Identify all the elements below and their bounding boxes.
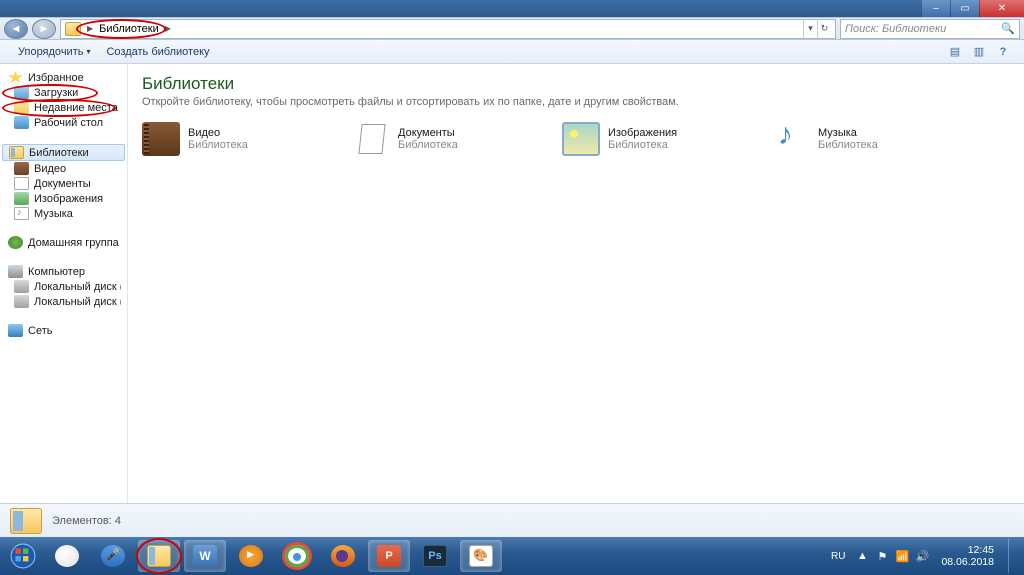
taskbar-chrome[interactable] [276,540,318,572]
taskbar-word[interactable]: W [184,540,226,572]
tray-expand[interactable]: ▲ [855,549,869,563]
library-item-music[interactable]: Музыка Библиотека [772,122,942,156]
taskbar-powerpoint[interactable]: P [368,540,410,572]
documents-library-icon [352,122,390,156]
taskbar-paint[interactable] [460,540,502,572]
libraries-icon [10,508,42,534]
address-dropdown[interactable]: ▾ [803,19,817,39]
search-input[interactable]: Поиск: Библиотеки 🔍 [840,19,1020,39]
taskbar-voice[interactable] [92,540,134,572]
sidebar-item-desktop[interactable]: Рабочий стол [0,115,127,130]
address-path-text: Библиотеки [99,23,159,35]
action-center-icon[interactable]: ⚑ [875,549,889,563]
language-indicator[interactable]: RU [827,549,849,564]
page-subtitle: Откройте библиотеку, чтобы просмотреть ф… [142,96,1010,108]
recent-icon [14,101,29,114]
computer-icon [8,265,23,278]
network-icon [8,324,23,337]
taskbar-explorer[interactable] [138,540,180,572]
sidebar-computer-head[interactable]: Компьютер [0,264,127,279]
sidebar-item-images[interactable]: Изображения [0,191,127,206]
title-bar: – ▭ ✕ [0,0,1024,17]
organize-button[interactable]: Упорядочить▾ [10,43,98,61]
chevron-right-icon: ▶ [87,24,93,33]
sidebar-item-music[interactable]: Музыка [0,206,127,221]
taskbar-photoshop[interactable]: Ps [414,540,456,572]
navigation-sidebar: Избранное Загрузки Недавние места Рабочи… [0,64,128,503]
drive-icon [14,280,29,293]
taskbar-wmp[interactable] [230,540,272,572]
system-tray: RU ▲ ⚑ 📶 🔊 12:45 08.06.2018 [827,539,1020,573]
chrome-icon [285,545,309,567]
star-icon [8,71,23,84]
word-icon: W [193,545,217,567]
taskbar: W P Ps RU ▲ ⚑ 📶 🔊 12:45 08.06.2018 [0,537,1024,575]
sidebar-favorites-head[interactable]: Избранное [0,70,127,85]
library-item-documents[interactable]: Документы Библиотека [352,122,522,156]
clock[interactable]: 12:45 08.06.2018 [935,544,1000,568]
music-library-icon [772,122,810,156]
sidebar-item-video[interactable]: Видео [0,161,127,176]
sidebar-item-documents[interactable]: Документы [0,176,127,191]
sidebar-item-downloads[interactable]: Загрузки [0,85,127,100]
taskbar-firefox[interactable] [322,540,364,572]
forward-button[interactable]: ► [32,19,56,39]
images-icon [14,192,29,205]
explorer-icon [147,545,171,567]
minimize-button[interactable]: – [921,0,950,17]
documents-icon [14,177,29,190]
address-path[interactable]: ▶ Библиотеки ▶ ▾ ↻ [60,19,836,39]
sidebar-item-recent[interactable]: Недавние места [0,100,127,115]
search-placeholder: Поиск: Библиотеки [845,23,946,35]
volume-icon[interactable]: 🔊 [915,549,929,563]
page-title: Библиотеки [142,74,1010,94]
video-icon [14,162,29,175]
photoshop-icon: Ps [423,545,447,567]
taskbar-yandex-browser[interactable] [46,540,88,572]
paint-icon [469,545,493,567]
library-item-video[interactable]: Видео Библиотека [142,122,312,156]
status-bar: Элементов: 4 [0,503,1024,537]
maximize-button[interactable]: ▭ [950,0,979,17]
chevron-right-icon: ▶ [165,24,171,33]
close-button[interactable]: ✕ [979,0,1024,17]
images-library-icon [562,122,600,156]
drive-icon [14,295,29,308]
libraries-icon [65,22,81,36]
sidebar-item-drive-d[interactable]: Локальный диск (D:) [0,294,127,309]
sidebar-homegroup-head[interactable]: Домашняя группа [0,235,127,250]
start-button[interactable] [4,540,42,572]
powerpoint-icon: P [377,545,401,567]
sidebar-libraries-head[interactable]: Библиотеки [2,144,125,161]
desktop-icon [14,116,29,129]
sidebar-network-head[interactable]: Сеть [0,323,127,338]
status-text: Элементов: 4 [52,515,121,527]
media-player-icon [239,545,263,567]
view-mode-button[interactable]: ▤ [944,43,966,61]
chevron-down-icon: ▾ [86,47,90,56]
refresh-button[interactable]: ↻ [817,19,831,39]
network-icon[interactable]: 📶 [895,549,909,563]
preview-pane-button[interactable]: ▥ [968,43,990,61]
library-item-images[interactable]: Изображения Библиотека [562,122,732,156]
homegroup-icon [8,236,23,249]
yandex-icon [55,545,79,567]
search-icon: 🔍 [1001,22,1015,35]
video-library-icon [142,122,180,156]
show-desktop-button[interactable] [1008,539,1018,573]
toolbar: Упорядочить▾ Создать библиотеку ▤ ▥ ? [0,40,1024,64]
music-icon [14,207,29,220]
back-button[interactable]: ◄ [4,19,28,39]
sidebar-item-drive-c[interactable]: Локальный диск (C:) [0,279,127,294]
firefox-icon [331,545,355,567]
new-library-button[interactable]: Создать библиотеку [98,43,217,61]
help-button[interactable]: ? [992,43,1014,61]
content-pane: Библиотеки Откройте библиотеку, чтобы пр… [128,64,1024,503]
address-bar: ◄ ► ▶ Библиотеки ▶ ▾ ↻ Поиск: Библиотеки… [0,17,1024,40]
microphone-icon [101,545,125,567]
downloads-icon [14,86,29,99]
libraries-icon [9,146,24,159]
